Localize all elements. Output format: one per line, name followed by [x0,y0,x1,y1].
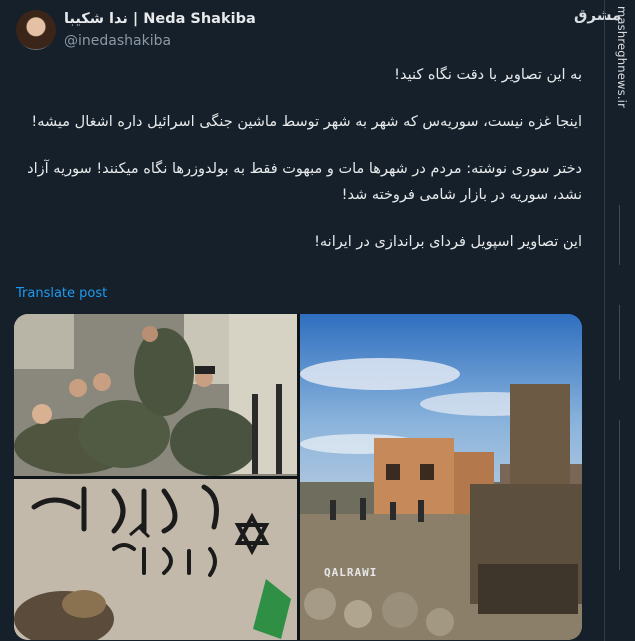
author-handle[interactable]: @inedashakiba [64,33,171,49]
bulldozer-village-photo[interactable]: QALRAWI [300,314,582,640]
post-paragraph: اینجا غزه نیست، سوریه‌س که شهر به شهر تو… [31,114,582,130]
graffiti-art [14,479,297,640]
side-divider [619,420,620,570]
site-logo-watermark: مشرق [574,6,622,24]
name-separator: | [127,11,144,27]
side-divider [619,305,620,380]
soldiers-photo[interactable] [14,314,297,476]
translate-post-link[interactable]: Translate post [16,286,107,301]
hebrew-graffiti-photo[interactable] [14,479,297,640]
author-name-en[interactable]: Neda Shakiba [143,11,256,27]
post-text: به این تصاویر با دقت نگاه کنید! اینجا غز… [14,62,582,255]
author-avatar[interactable] [16,10,56,50]
author-name[interactable]: ندا شکیبا | Neda Shakiba [64,11,256,27]
author-name-fa[interactable]: ندا شکیبا [64,11,128,27]
video-watermark: QALRAWI [324,566,378,579]
site-side-label: mashreghnews.ir [615,6,629,109]
post-paragraph: این تصاویر اسپویل فردای براندازی در ایرا… [314,234,582,250]
post-paragraph: به این تصاویر با دقت نگاه کنید! [394,67,582,83]
side-divider [619,205,620,265]
soldiers-photo-art [14,314,297,476]
media-grid: QALRAWI [14,314,582,640]
post-paragraph: دختر سوری نوشته: مردم در شهرها مات و مبه… [27,161,582,203]
bulldozer-art [300,314,582,640]
